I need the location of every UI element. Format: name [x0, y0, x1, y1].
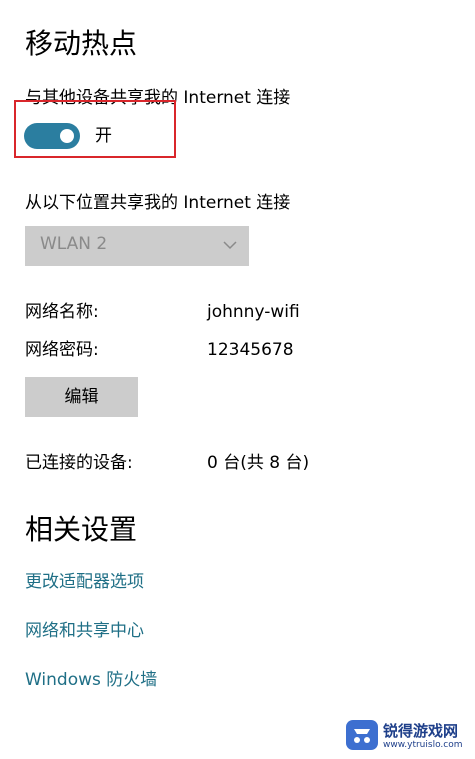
connected-devices-label: 已连接的设备:	[25, 453, 133, 473]
network-name-label: 网络名称:	[25, 302, 99, 322]
network-name-value: johnny-wifi	[207, 302, 300, 322]
watermark-url: www.ytruislo.com	[383, 740, 463, 750]
connected-devices-value: 0 台(共 8 台)	[207, 453, 310, 473]
dropdown-selected-value: WLAN 2	[40, 234, 108, 254]
network-password-label: 网络密码:	[25, 340, 99, 360]
page-title: 移动热点	[25, 27, 138, 60]
connection-source-dropdown[interactable]: WLAN 2	[25, 226, 249, 266]
network-sharing-center-link[interactable]: 网络和共享中心	[25, 623, 144, 640]
watermark-brand: 锐得游戏网	[383, 722, 459, 740]
highlight-box	[14, 100, 176, 158]
chevron-down-icon	[223, 241, 237, 250]
watermark-logo: 锐得游戏网 www.ytruislo.com	[345, 717, 469, 755]
share-from-label: 从以下位置共享我的 Internet 连接	[25, 193, 291, 213]
network-password-value: 12345678	[207, 340, 294, 360]
windows-firewall-link[interactable]: Windows 防火墙	[25, 672, 157, 689]
edit-button[interactable]: 编辑	[25, 377, 138, 417]
adapter-options-link[interactable]: 更改适配器选项	[25, 574, 144, 591]
related-settings-title: 相关设置	[25, 513, 138, 546]
